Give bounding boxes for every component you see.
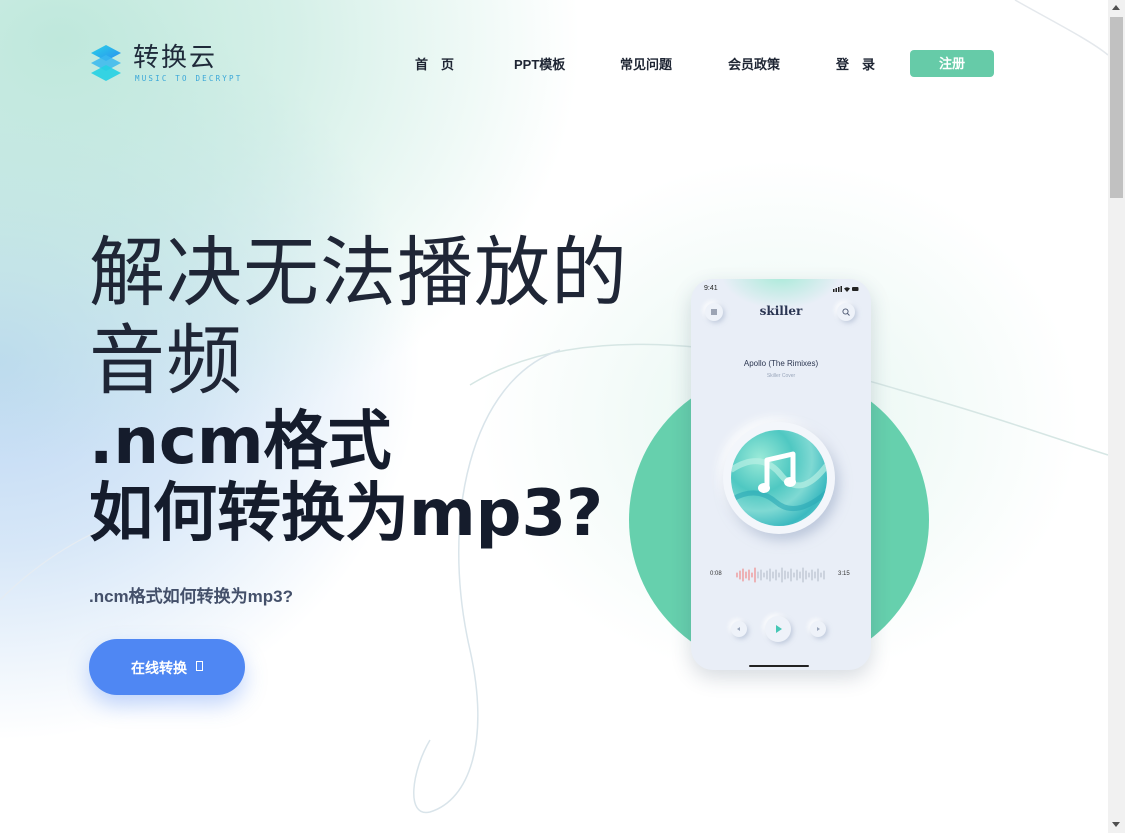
arrow-icon — [196, 661, 203, 671]
online-convert-button[interactable]: 在线转换 — [89, 639, 245, 695]
scroll-up-arrow-icon[interactable] — [1112, 5, 1120, 10]
logo-mark-icon — [91, 45, 121, 81]
hero-title-line1: 解决无法播放的 — [89, 228, 628, 317]
hero-subtitle: .ncm格式如何转换为mp3? — [89, 587, 294, 606]
nav-faq[interactable]: 常见问题 — [620, 54, 672, 74]
play-icon — [765, 616, 791, 642]
next-icon — [810, 621, 826, 637]
nav-home[interactable]: 首 页 — [415, 54, 454, 74]
previous-icon — [731, 621, 747, 637]
music-note-icon — [731, 451, 827, 512]
phone-mockup: 9:41 skiller Apollo (The Rimixes) Skille… — [691, 279, 871, 670]
hero-title-line4: 如何转换为mp3? — [89, 477, 604, 551]
home-indicator — [749, 665, 809, 667]
search-icon — [837, 303, 855, 321]
song-title: Apollo (The Rimixes) — [743, 359, 819, 368]
logo-subtitle: MUSIC TO DECRYPT — [135, 74, 243, 83]
nav-ppt-templates[interactable]: PPT模板 — [514, 54, 565, 74]
hero-title-line2: 音频 — [89, 316, 243, 405]
online-convert-label: 在线转换 — [131, 660, 187, 676]
phone-time: 9:41 — [704, 285, 718, 292]
nav-login[interactable]: 登 录 — [836, 54, 875, 74]
status-icons — [833, 286, 859, 292]
scrollbar-thumb[interactable] — [1110, 17, 1123, 198]
logo[interactable]: 转换云 MUSIC TO DECRYPT — [89, 43, 243, 84]
nav-membership[interactable]: 会员政策 — [728, 54, 780, 74]
album-disc — [731, 430, 827, 526]
total-time: 3:15 — [838, 571, 850, 577]
scroll-down-arrow-icon[interactable] — [1112, 822, 1120, 827]
song-artist: Skiller Cover — [766, 373, 796, 379]
logo-title: 转换云 — [133, 43, 218, 73]
register-button[interactable]: 注册 — [910, 50, 994, 77]
waveform — [736, 567, 825, 583]
hero-title-line3: .ncm格式 — [89, 405, 392, 479]
elapsed-time: 0:08 — [710, 571, 722, 577]
